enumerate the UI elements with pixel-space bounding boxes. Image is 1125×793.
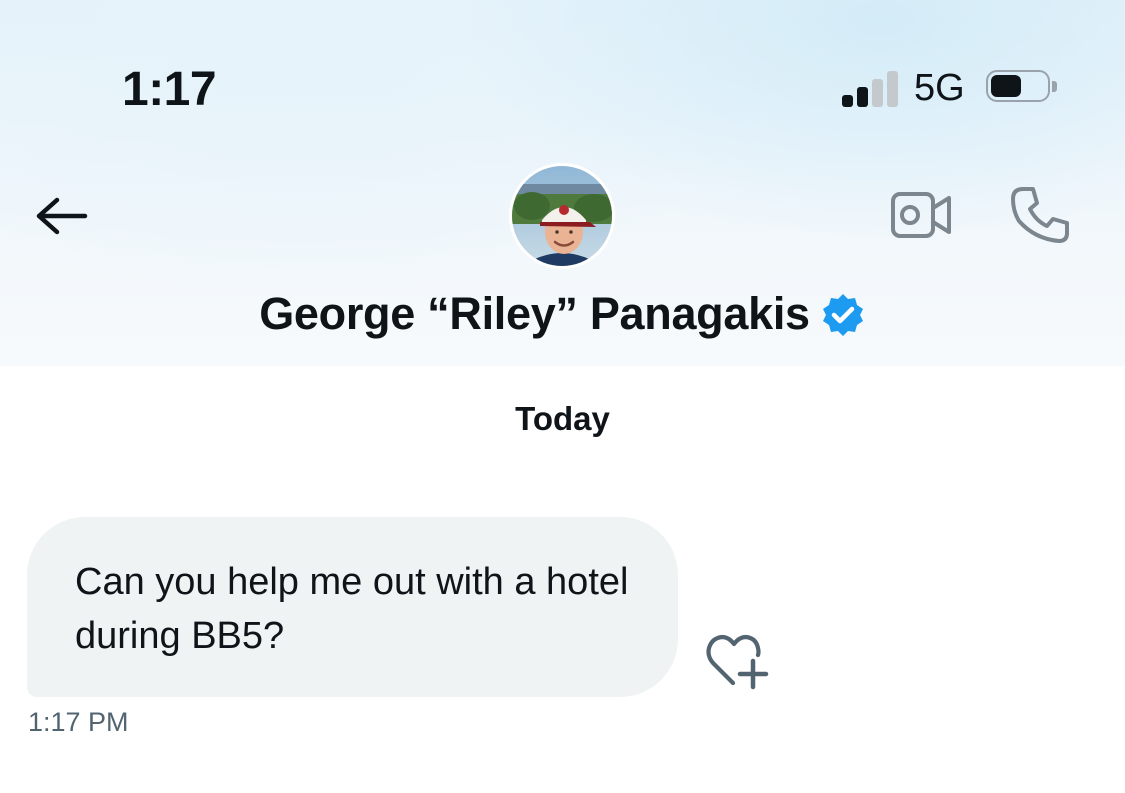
network-type: 5G [914,67,965,109]
status-time: 1:17 [122,63,217,116]
dm-conversation-screen: 1:17 5G George “Riley” Panagakis Today C… [0,0,1125,793]
back-button[interactable] [28,186,94,246]
signal-strength-icon [842,71,900,107]
signal-bar-3 [872,79,883,107]
profile-photo [512,166,612,266]
contact-name-row: George “Riley” Panagakis [0,284,1125,344]
message-text: Can you help me out with a hotel during … [75,561,629,657]
battery-nub [1052,81,1057,92]
message-timestamp: 1:17 PM [28,707,129,737]
contact-name[interactable]: George “Riley” Panagakis [259,288,810,340]
heart-plus-icon [706,634,769,690]
phone-icon [1011,187,1069,243]
arrow-left-icon [36,197,88,235]
signal-bar-2 [857,87,868,107]
message-bubble[interactable]: Can you help me out with a hotel during … [27,517,678,697]
battery-level [991,75,1021,97]
video-camera-icon [891,192,951,238]
add-reaction-button[interactable] [700,628,776,694]
signal-bar-4 [887,71,898,107]
battery-icon [986,70,1058,106]
voice-call-button[interactable] [1004,178,1078,252]
contact-avatar[interactable] [512,166,612,266]
signal-bar-1 [842,95,853,107]
video-call-button[interactable] [884,184,958,246]
verified-badge-icon [820,292,866,338]
date-divider: Today [515,400,610,437]
